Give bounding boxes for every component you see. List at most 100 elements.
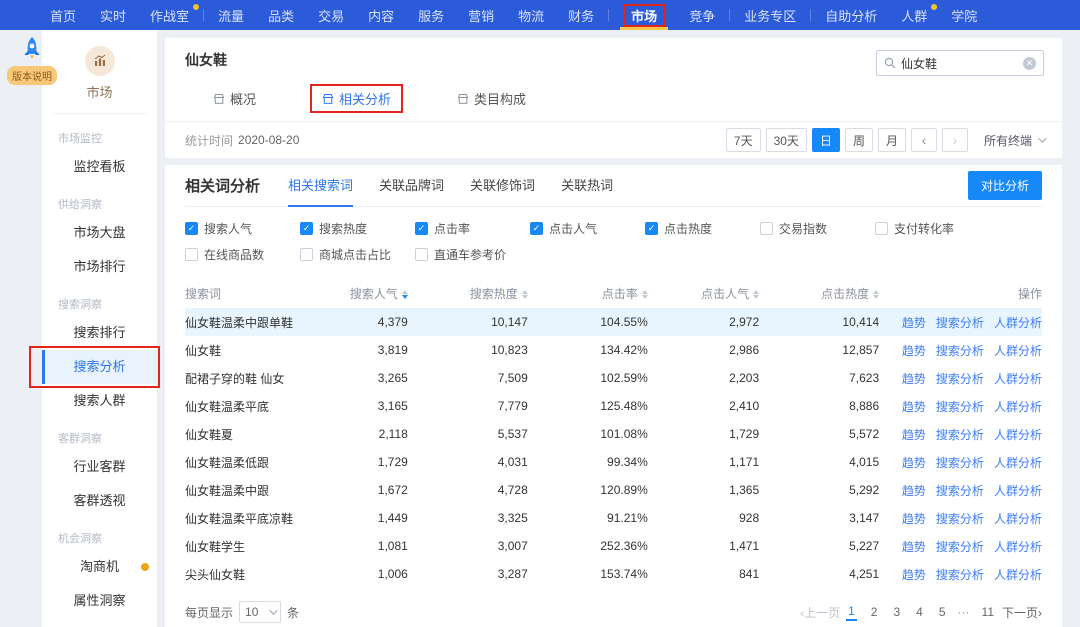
keyword-search-box[interactable]: ✕	[876, 50, 1044, 76]
search-analysis-link[interactable]: 搜索分析	[936, 316, 984, 330]
col-click-popularity[interactable]: 点击人气	[648, 285, 759, 302]
range-30d-button[interactable]: 30天	[766, 128, 807, 152]
search-analysis-link[interactable]: 搜索分析	[936, 372, 984, 386]
compare-analysis-button[interactable]: 对比分析	[968, 171, 1042, 200]
sidebar-item-audience-insight[interactable]: 客群透视	[42, 484, 157, 518]
table-row[interactable]: 尖头仙女鞋1,0063,287153.74%8414,251 趋势搜索分析人群分…	[185, 560, 1042, 588]
search-analysis-link[interactable]: 搜索分析	[936, 344, 984, 358]
tab-category-composition[interactable]: 类目构成	[445, 84, 538, 113]
audience-analysis-link[interactable]: 人群分析	[994, 484, 1042, 498]
table-row[interactable]: 配裙子穿的鞋 仙女3,2657,509102.59%2,2037,623 趋势搜…	[185, 364, 1042, 392]
page-11[interactable]: 11	[980, 604, 996, 620]
table-row[interactable]: 仙女鞋3,81910,823134.42%2,98612,857 趋势搜索分析人…	[185, 336, 1042, 364]
audience-analysis-link[interactable]: 人群分析	[994, 428, 1042, 442]
metric-checkbox-online-products[interactable]: 在线商品数	[185, 246, 300, 263]
trend-link[interactable]: 趋势	[902, 344, 926, 358]
table-row[interactable]: 仙女鞋温柔平底3,1657,779125.48%2,4108,886 趋势搜索分…	[185, 392, 1042, 420]
range-week-button[interactable]: 周	[845, 128, 873, 152]
table-row[interactable]: 仙女鞋温柔中跟单鞋4,37910,147104.55%2,97210,414 趋…	[185, 308, 1042, 336]
audience-analysis-link[interactable]: 人群分析	[994, 512, 1042, 526]
range-month-button[interactable]: 月	[878, 128, 906, 152]
tab-hot-words[interactable]: 关联热词	[561, 165, 613, 207]
metric-checkbox-click-heat[interactable]: ✓点击热度	[645, 220, 760, 237]
search-analysis-link[interactable]: 搜索分析	[936, 400, 984, 414]
page-4[interactable]: 4	[914, 604, 925, 620]
page-2[interactable]: 2	[869, 604, 880, 620]
range-day-button[interactable]: 日	[812, 128, 840, 152]
checkbox-unchecked-icon[interactable]	[185, 248, 198, 261]
metric-checkbox-ctr[interactable]: ✓点击率	[415, 220, 530, 237]
nav-item-business-zone[interactable]: 业务专区	[732, 0, 808, 30]
audience-analysis-link[interactable]: 人群分析	[994, 400, 1042, 414]
col-search-popularity[interactable]: 搜索人气	[314, 285, 408, 302]
tab-related-analysis[interactable]: 相关分析	[310, 84, 403, 113]
next-page-button[interactable]: 下一页›	[1002, 604, 1042, 621]
trend-link[interactable]: 趋势	[902, 316, 926, 330]
page-5[interactable]: 5	[937, 604, 948, 620]
checkbox-checked-icon[interactable]: ✓	[300, 222, 313, 235]
metric-checkbox-search-popularity[interactable]: ✓搜索人气	[185, 220, 300, 237]
col-ctr[interactable]: 点击率	[528, 285, 648, 302]
tab-overview[interactable]: 概况	[201, 84, 268, 113]
nav-item-realtime[interactable]: 实时	[88, 0, 138, 30]
sidebar-item-market-overview[interactable]: 市场大盘	[42, 216, 157, 250]
checkbox-checked-icon[interactable]: ✓	[185, 222, 198, 235]
table-row[interactable]: 仙女鞋温柔低跟1,7294,03199.34%1,1714,015 趋势搜索分析…	[185, 448, 1042, 476]
nav-item-logistics[interactable]: 物流	[506, 0, 556, 30]
checkbox-unchecked-icon[interactable]	[415, 248, 428, 261]
search-analysis-link[interactable]: 搜索分析	[936, 512, 984, 526]
tab-modifier-words[interactable]: 关联修饰词	[470, 165, 535, 207]
search-analysis-link[interactable]: 搜索分析	[936, 540, 984, 554]
trend-link[interactable]: 趋势	[902, 400, 926, 414]
table-row[interactable]: 仙女鞋夏2,1185,537101.08%1,7295,572 趋势搜索分析人群…	[185, 420, 1042, 448]
nav-item-home[interactable]: 首页	[38, 0, 88, 30]
version-badge[interactable]: 版本说明	[7, 66, 57, 85]
table-row[interactable]: 仙女鞋温柔中跟1,6724,728120.89%1,3655,292 趋势搜索分…	[185, 476, 1042, 504]
search-analysis-link[interactable]: 搜索分析	[936, 484, 984, 498]
nav-item-audience[interactable]: 人群	[889, 0, 939, 30]
prev-page-button[interactable]: ‹上一页	[800, 604, 840, 621]
version-launcher[interactable]: 版本说明	[6, 36, 58, 85]
audience-analysis-link[interactable]: 人群分析	[994, 344, 1042, 358]
nav-item-market[interactable]: 市场	[611, 0, 677, 30]
search-analysis-link[interactable]: 搜索分析	[936, 568, 984, 582]
sidebar-item-search-audience[interactable]: 搜索人群	[42, 384, 157, 418]
sidebar-item-attribute-insight[interactable]: 属性洞察	[42, 584, 157, 618]
table-row[interactable]: 仙女鞋温柔平底凉鞋1,4493,32591.21%9283,147 趋势搜索分析…	[185, 504, 1042, 532]
nav-item-self-analysis[interactable]: 自助分析	[813, 0, 889, 30]
nav-item-finance[interactable]: 财务	[556, 0, 606, 30]
next-period-button[interactable]: ›	[942, 128, 968, 152]
tab-related-search-words[interactable]: 相关搜索词	[288, 165, 353, 207]
metric-checkbox-mall-click-share[interactable]: 商城点击占比	[300, 246, 415, 263]
metric-checkbox-pay-conversion[interactable]: 支付转化率	[875, 220, 990, 237]
search-analysis-link[interactable]: 搜索分析	[936, 456, 984, 470]
audience-analysis-link[interactable]: 人群分析	[994, 316, 1042, 330]
nav-item-traffic[interactable]: 流量	[206, 0, 256, 30]
nav-item-war-room[interactable]: 作战室	[138, 0, 201, 30]
metric-checkbox-click-popularity[interactable]: ✓点击人气	[530, 220, 645, 237]
nav-item-marketing[interactable]: 营销	[456, 0, 506, 30]
checkbox-unchecked-icon[interactable]	[760, 222, 773, 235]
trend-link[interactable]: 趋势	[902, 568, 926, 582]
nav-item-academy[interactable]: 学院	[939, 0, 989, 30]
sidebar-item-search-analysis[interactable]: 搜索分析	[42, 350, 157, 384]
checkbox-unchecked-icon[interactable]	[300, 248, 313, 261]
search-analysis-link[interactable]: 搜索分析	[936, 428, 984, 442]
sidebar-item-industry-audience[interactable]: 行业客群	[42, 450, 157, 484]
audience-analysis-link[interactable]: 人群分析	[994, 372, 1042, 386]
terminal-filter-dropdown[interactable]: 所有终端	[984, 132, 1044, 149]
trend-link[interactable]: 趋势	[902, 512, 926, 526]
sidebar-item-market-ranking[interactable]: 市场排行	[42, 250, 157, 284]
page-size-select[interactable]: 10	[239, 601, 281, 623]
checkbox-checked-icon[interactable]: ✓	[645, 222, 658, 235]
checkbox-checked-icon[interactable]: ✓	[530, 222, 543, 235]
col-click-heat[interactable]: 点击热度	[759, 285, 879, 302]
clear-icon[interactable]: ✕	[1023, 57, 1036, 70]
nav-item-trade[interactable]: 交易	[306, 0, 356, 30]
nav-item-category[interactable]: 品类	[256, 0, 306, 30]
trend-link[interactable]: 趋势	[902, 456, 926, 470]
page-1[interactable]: 1	[846, 603, 857, 621]
audience-analysis-link[interactable]: 人群分析	[994, 568, 1042, 582]
prev-period-button[interactable]: ‹	[911, 128, 937, 152]
sidebar-item-tao-opportunity[interactable]: 淘商机	[42, 550, 157, 584]
